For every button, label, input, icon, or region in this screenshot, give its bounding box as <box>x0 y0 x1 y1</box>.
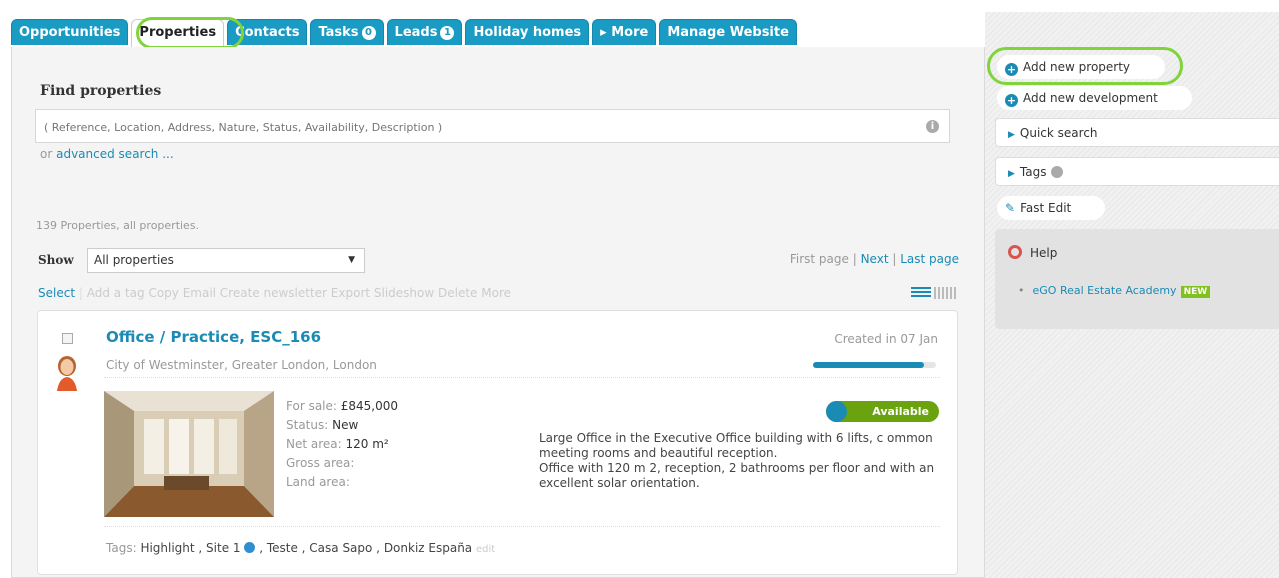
quick-search-label: Quick search <box>1019 126 1098 140</box>
advanced-search-link[interactable]: advanced search ... <box>56 147 174 161</box>
availability-toggle[interactable]: Available <box>826 401 939 422</box>
list-view-icon[interactable] <box>911 287 931 299</box>
advanced-search-line: or advanced search ... <box>40 147 174 161</box>
show-selected-value: All properties <box>94 253 174 267</box>
detail-row: Land area: <box>286 473 398 492</box>
property-description: Large Office in the Executive Office bui… <box>539 431 944 491</box>
tab-label: Leads <box>394 25 438 40</box>
description-line: Office with 120 m 2, reception, 2 bathro… <box>539 461 935 490</box>
detail-value: 120 m² <box>345 437 389 451</box>
tab-label: Holiday homes <box>473 25 582 40</box>
property-title-link[interactable]: Office / Practice, ESC_166 <box>106 328 321 346</box>
main-tabs: Opportunities Properties Contacts Tasks 0… <box>11 19 797 47</box>
disabled-actions: Add a tag Copy Email Create newsletter E… <box>86 286 511 300</box>
tab-label: Opportunities <box>19 25 121 40</box>
bulk-actions: Select | Add a tag Copy Email Create new… <box>38 286 511 300</box>
bullet: • <box>1018 284 1025 297</box>
add-property-highlight <box>987 47 1183 85</box>
tab-label: ▸ More <box>600 25 649 40</box>
info-icon[interactable] <box>1050 166 1063 178</box>
property-location: City of Westminster, Greater London, Lon… <box>106 358 377 372</box>
divider <box>104 526 940 527</box>
edit-tags-link[interactable]: edit <box>476 544 495 555</box>
tags-label: Tags: <box>106 541 137 555</box>
tags-panel-label: Tags <box>1019 165 1047 179</box>
tab-leads[interactable]: Leads 1 <box>386 19 463 45</box>
created-date: Created in 07 Jan <box>834 332 938 346</box>
property-photo[interactable] <box>104 391 274 517</box>
tags-list-rest: , Teste , Casa Sapo , Donkiz España <box>259 541 473 555</box>
detail-row: Net area: 120 m² <box>286 435 398 454</box>
tab-tasks[interactable]: Tasks 0 <box>310 19 384 45</box>
show-label: Show <box>38 253 74 267</box>
academy-link[interactable]: • eGO Real Estate Academy NEW <box>1018 284 1211 298</box>
detail-value: New <box>332 418 359 432</box>
help-box <box>995 229 1279 329</box>
quick-search-panel[interactable]: ▶ Quick search <box>995 118 1279 147</box>
property-details: For sale: £845,000 Status: New Net area:… <box>286 397 398 492</box>
new-badge: NEW <box>1180 286 1211 298</box>
lifebuoy-icon <box>1008 245 1022 259</box>
fast-edit-button[interactable]: ✎ Fast Edit <box>997 196 1105 220</box>
find-properties-heading: Find properties <box>40 83 162 99</box>
detail-key: For sale: <box>286 399 337 413</box>
first-page-text[interactable]: First page <box>790 252 849 266</box>
completeness-fill <box>813 362 924 368</box>
tasks-count-badge: 0 <box>361 26 376 40</box>
tab-label: Manage Website <box>667 25 789 40</box>
tab-opportunities[interactable]: Opportunities <box>11 19 129 45</box>
detail-key: Land area: <box>286 475 350 489</box>
tab-label: Contacts <box>235 25 300 40</box>
or-text: or <box>40 147 53 161</box>
tab-label: Tasks <box>318 25 359 40</box>
grid-view-icon[interactable] <box>934 287 956 299</box>
property-tags: Tags: Highlight , Site 1 , Teste , Casa … <box>106 541 495 555</box>
detail-key: Gross area: <box>286 456 355 470</box>
property-checkbox[interactable] <box>62 333 73 344</box>
help-title-text: Help <box>1030 246 1058 260</box>
tab-holiday-homes[interactable]: Holiday homes <box>465 19 590 45</box>
availability-label: Available <box>872 405 929 418</box>
detail-key: Net area: <box>286 437 342 451</box>
fast-edit-label: Fast Edit <box>1020 201 1072 215</box>
expand-arrow-icon: ▶ <box>1008 130 1015 140</box>
property-search-input[interactable] <box>36 110 906 144</box>
view-toggle <box>911 287 956 299</box>
detail-key: Status: <box>286 418 329 432</box>
next-page-link[interactable]: Next <box>861 252 889 266</box>
tab-manage-website[interactable]: Manage Website <box>659 19 797 45</box>
show-filter-select[interactable]: All properties ▼ <box>87 248 365 273</box>
info-icon[interactable]: i <box>926 120 939 133</box>
search-box: i <box>35 109 950 144</box>
result-count: 139 Properties, all properties. <box>36 219 200 232</box>
pagination: First page | Next | Last page <box>789 252 959 266</box>
tags-panel[interactable]: ▶ Tags <box>995 157 1279 186</box>
expand-arrow-icon: ▶ <box>1008 169 1015 179</box>
academy-link-text: eGO Real Estate Academy <box>1032 284 1177 297</box>
pencil-icon: ✎ <box>1005 201 1016 215</box>
description-line: Large Office in the Executive Office bui… <box>539 431 933 460</box>
completeness-bar <box>813 362 936 368</box>
action-divider: | <box>78 286 83 300</box>
detail-row: Status: New <box>286 416 398 435</box>
detail-row: Gross area: <box>286 454 398 473</box>
add-development-label: Add new development <box>1023 91 1158 105</box>
help-heading: Help <box>1008 245 1057 260</box>
add-new-development-button[interactable]: + Add new development <box>997 86 1192 110</box>
tags-list: Highlight , Site 1 <box>140 541 241 555</box>
globe-icon <box>244 542 256 553</box>
agent-avatar <box>57 356 77 391</box>
detail-value: £845,000 <box>340 399 399 413</box>
divider <box>104 377 940 378</box>
top-strip <box>0 0 1279 12</box>
select-action[interactable]: Select <box>38 286 75 300</box>
leads-count-badge: 1 <box>440 26 455 40</box>
properties-tab-highlight <box>136 17 244 49</box>
toggle-knob <box>826 401 847 422</box>
detail-row: For sale: £845,000 <box>286 397 398 416</box>
dropdown-arrow-icon: ▼ <box>348 255 355 265</box>
last-page-link[interactable]: Last page <box>900 252 959 266</box>
plus-icon: + <box>1005 94 1018 107</box>
tab-more[interactable]: ▸ More <box>592 19 657 45</box>
